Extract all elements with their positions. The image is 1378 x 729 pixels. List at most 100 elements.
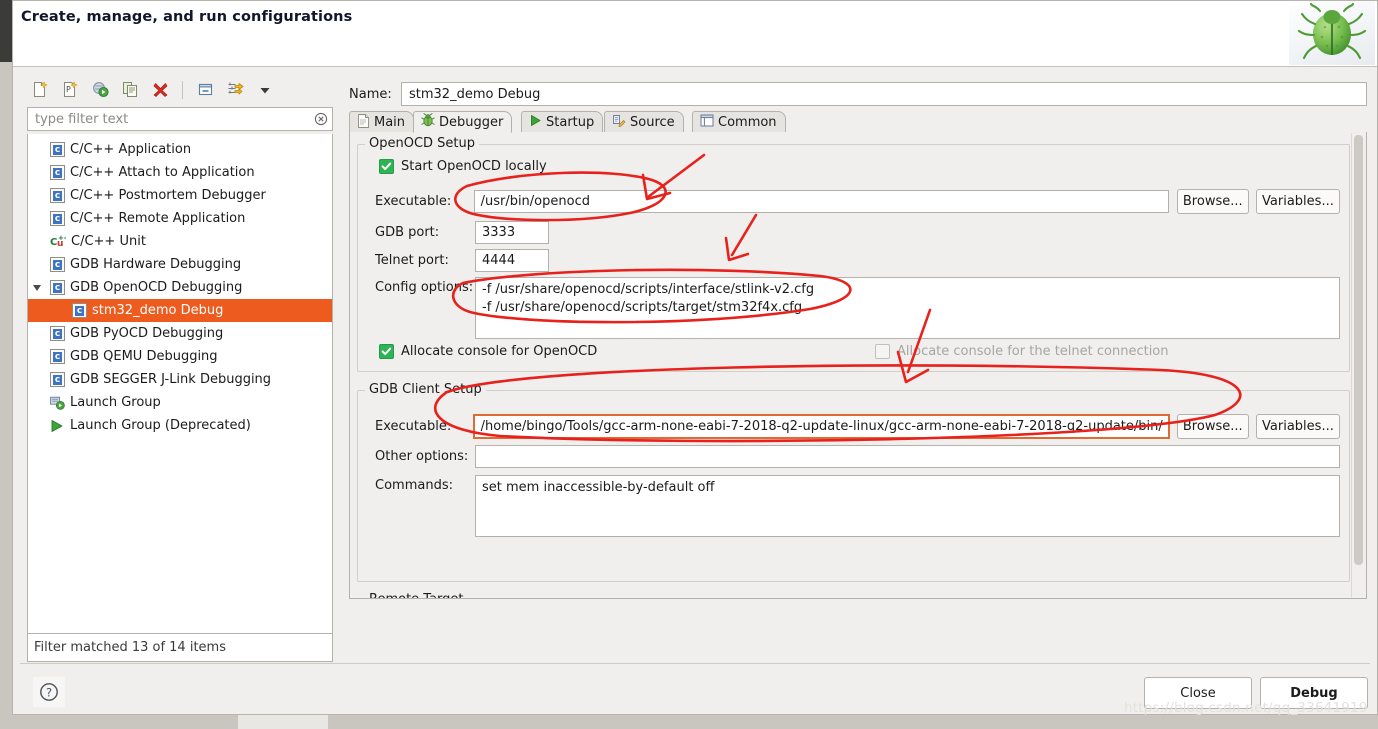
launch-group-deprecated-icon xyxy=(50,419,65,432)
tab-main[interactable]: Main xyxy=(349,111,415,133)
c-config-icon: c xyxy=(50,188,65,203)
tree-item-label: GDB SEGGER J-Link Debugging xyxy=(70,372,272,387)
gdb-browse-button[interactable]: Browse... xyxy=(1176,414,1249,439)
remote-target-title: Remote Target xyxy=(365,592,468,598)
tree-item[interactable]: c C/C++ Postmortem Debugger xyxy=(28,184,332,207)
name-input[interactable]: stm32_demo Debug xyxy=(401,82,1367,106)
openocd-executable-row: Executable: /usr/bin/openocd Browse... V… xyxy=(375,189,1340,214)
delete-icon[interactable] xyxy=(146,76,174,104)
svg-text:?: ? xyxy=(46,685,52,699)
tree-item[interactable]: Launch Group (Deprecated) xyxy=(28,414,332,437)
tree-item-label: GDB QEMU Debugging xyxy=(70,349,218,364)
c-config-icon: c xyxy=(50,326,65,341)
openocd-variables-button[interactable]: Variables... xyxy=(1255,189,1340,214)
svg-text:P: P xyxy=(66,85,71,94)
dialog-header: Create, manage, and run configurations xyxy=(13,1,1377,67)
c-config-icon: c xyxy=(50,211,65,226)
filter-input-wrapper[interactable]: type filter text xyxy=(27,107,333,131)
tab-debugger[interactable]: Debugger xyxy=(413,111,513,133)
c-config-icon: c xyxy=(50,372,65,387)
telnet-port-label: Telnet port: xyxy=(375,253,449,268)
tree-item[interactable]: Launch Group xyxy=(28,391,332,414)
new-launch-configuration-icon[interactable] xyxy=(26,76,54,104)
gdb-executable-input[interactable]: /home/bingo/Tools/gcc-arm-none-eabi-7-20… xyxy=(472,414,1170,439)
duplicate-icon[interactable] xyxy=(116,76,144,104)
telnet-port-input[interactable]: 4444 xyxy=(475,249,549,272)
tree-item[interactable]: c GDB OpenOCD Debugging xyxy=(28,276,332,299)
gdb-port-input[interactable]: 3333 xyxy=(475,221,549,244)
tab-startup-label: Startup xyxy=(546,115,595,130)
bug-icon xyxy=(421,113,435,131)
configuration-name-row: Name: stm32_demo Debug xyxy=(349,82,1367,106)
tree-item[interactable]: c GDB SEGGER J-Link Debugging xyxy=(28,368,332,391)
debugger-panel-scrollbar[interactable] xyxy=(1351,133,1365,597)
gdb-client-setup-title: GDB Client Setup xyxy=(365,382,486,397)
start-openocd-locally-checkbox[interactable]: Start OpenOCD locally xyxy=(379,159,547,174)
config-options-textarea[interactable]: -f /usr/share/openocd/scripts/interface/… xyxy=(475,277,1340,339)
launch-group-icon xyxy=(50,396,65,410)
document-icon xyxy=(357,113,370,132)
c-config-icon: c xyxy=(50,280,65,295)
collapse-all-icon[interactable] xyxy=(191,76,219,104)
tree-item[interactable]: c GDB Hardware Debugging xyxy=(28,253,332,276)
view-menu-icon[interactable] xyxy=(251,76,279,104)
filter-icon[interactable] xyxy=(221,76,249,104)
configurations-panel: P type filter text c C/C++ Application c… xyxy=(20,74,340,662)
tree-item-label: GDB Hardware Debugging xyxy=(70,257,242,272)
openocd-setup-title: OpenOCD Setup xyxy=(365,136,480,151)
checkbox-checked-icon xyxy=(379,159,394,174)
svg-text:C: C xyxy=(50,237,57,248)
configuration-editor-panel: Name: stm32_demo Debug Main Debugger Sta… xyxy=(347,74,1369,658)
scrollbar-thumb[interactable] xyxy=(1354,135,1363,565)
tree-item[interactable]: c C/C++ Application xyxy=(28,138,332,161)
configurations-tree[interactable]: c C/C++ Application c C/C++ Attach to Appli… xyxy=(27,134,333,634)
tree-item-label: Launch Group xyxy=(70,395,161,410)
c-config-icon: c xyxy=(72,303,87,318)
tree-item-label: C/C++ Unit xyxy=(71,234,146,249)
source-icon xyxy=(612,114,626,132)
openocd-setup-group: OpenOCD Setup Start OpenOCD locally Exec… xyxy=(357,136,1350,372)
tab-source[interactable]: Source xyxy=(604,111,684,133)
close-button[interactable]: Close xyxy=(1144,677,1252,709)
tree-item[interactable]: c C/C++ Attach to Application xyxy=(28,161,332,184)
allocate-console-telnet-checkbox[interactable]: Allocate console for the telnet connecti… xyxy=(875,344,1169,359)
tree-item-label: C/C++ Attach to Application xyxy=(70,165,255,180)
gdb-other-options-input[interactable] xyxy=(475,445,1340,468)
tree-item-label: stm32_demo Debug xyxy=(92,303,224,318)
tree-item[interactable]: c C/C++ Remote Application xyxy=(28,207,332,230)
c-config-icon: c xyxy=(50,142,65,157)
tab-main-label: Main xyxy=(374,115,406,130)
help-icon: ? xyxy=(40,683,58,701)
openocd-executable-input[interactable]: /usr/bin/openocd xyxy=(473,190,1169,213)
toolbar-separator xyxy=(182,80,183,99)
new-launch-group-icon[interactable] xyxy=(86,76,114,104)
tree-item-label: C/C++ Application xyxy=(70,142,192,157)
chevron-down-icon[interactable] xyxy=(33,285,41,291)
search-input[interactable]: type filter text xyxy=(28,112,310,127)
c-config-icon: c xyxy=(50,165,65,180)
tree-item-label: GDB OpenOCD Debugging xyxy=(70,280,243,295)
tree-item[interactable]: c GDB QEMU Debugging xyxy=(28,345,332,368)
telnet-port-row: Telnet port: 4444 xyxy=(375,249,549,272)
tree-item[interactable]: c GDB PyOCD Debugging xyxy=(28,322,332,345)
tree-item-selected[interactable]: c stm32_demo Debug xyxy=(28,299,332,322)
checkbox-checked-icon xyxy=(379,344,394,359)
new-prototype-icon[interactable]: P xyxy=(56,76,84,104)
clear-icon[interactable] xyxy=(310,108,332,130)
launch-configurations-dialog: Create, manage, and run configurations P… xyxy=(12,0,1378,715)
help-button[interactable]: ? xyxy=(33,677,65,707)
footer-divider xyxy=(20,663,1370,664)
tree-item[interactable]: Cu++C/C++ Unit xyxy=(28,230,332,253)
config-options-label: Config options: xyxy=(375,280,474,295)
gdb-variables-button[interactable]: Variables... xyxy=(1255,414,1340,439)
tab-common[interactable]: Common xyxy=(692,111,786,133)
tree-item-label: C/C++ Remote Application xyxy=(70,211,246,226)
tab-startup[interactable]: Startup xyxy=(521,111,604,133)
screen: Create, manage, and run configurations P… xyxy=(0,0,1378,729)
gdb-executable-row: Executable: /home/bingo/Tools/gcc-arm-no… xyxy=(375,414,1340,439)
gdb-commands-textarea[interactable]: set mem inaccessible-by-default off xyxy=(475,475,1340,537)
allocate-console-telnet-label: Allocate console for the telnet connecti… xyxy=(897,344,1169,359)
debug-button[interactable]: Debug xyxy=(1260,677,1368,709)
allocate-console-openocd-checkbox[interactable]: Allocate console for OpenOCD xyxy=(379,344,597,359)
openocd-browse-button[interactable]: Browse... xyxy=(1176,189,1249,214)
